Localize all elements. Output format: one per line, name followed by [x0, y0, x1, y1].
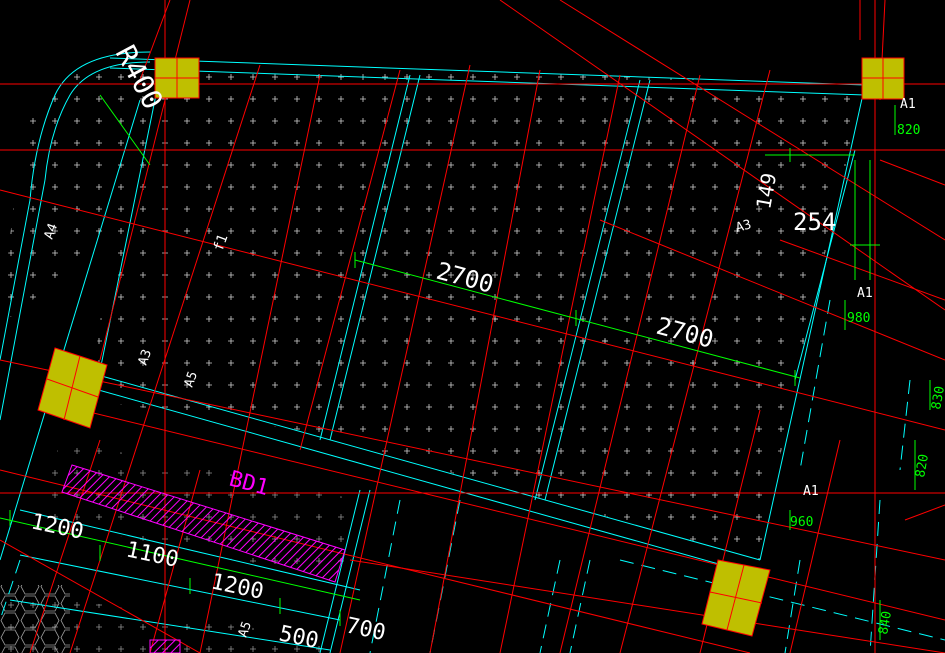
hex-hatch: [0, 585, 70, 653]
elevation-820-top: 820: [897, 123, 920, 138]
axis-tag-a1-low: A1: [803, 484, 819, 499]
elevation-960: 960: [790, 515, 813, 530]
axis-tag-a1-top: A1: [900, 97, 916, 112]
axis-tag-a1-mid: A1: [857, 286, 873, 301]
cad-drawing-canvas[interactable]: R400 BD1 f1 2700 2700 254 149 1200 1100 …: [0, 0, 945, 653]
dimension-254: 254: [793, 208, 836, 236]
elevation-980: 980: [847, 311, 870, 326]
